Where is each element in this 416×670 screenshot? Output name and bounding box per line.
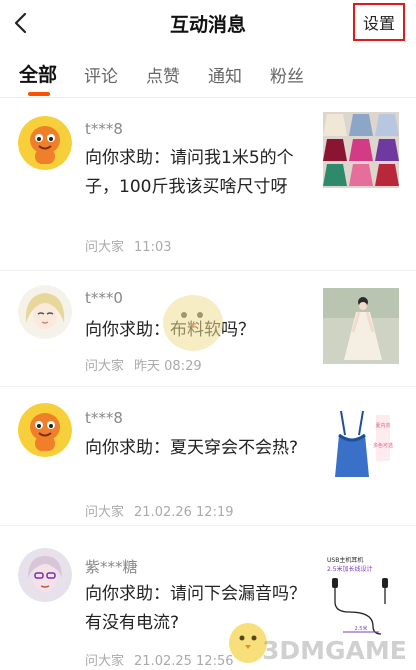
username: t***8 <box>85 120 123 138</box>
anime-girl-avatar-icon <box>18 285 72 339</box>
message-meta: 问大家 11:03 <box>85 236 171 255</box>
message-time: 21.02.25 12:56 <box>134 654 234 669</box>
earphones-thumbnail-icon: USB主机耳机 2.5米加长线设计 2.5米 <box>323 552 399 638</box>
tab-notifications[interactable]: 通知 <box>208 62 242 87</box>
message-meta: 问大家 昨天 08:29 <box>85 355 202 374</box>
message-time: 11:03 <box>134 240 172 255</box>
camisole-tag-text-1: 夏内衣 <box>375 422 390 429</box>
list-item[interactable]: t***8 向你求助：请问我1米5的个子，100斤我该买啥尺寸呀 问大家 11:0… <box>0 100 416 270</box>
earphone-caption-1: USB主机耳机 <box>327 556 363 564</box>
username: t***8 <box>85 409 123 427</box>
product-thumbnail[interactable]: 夏内衣 多色可选 <box>323 405 399 481</box>
username: 紫***糖 <box>85 558 138 576</box>
cartoon-mascot-avatar-icon <box>18 403 72 457</box>
list-item[interactable]: t***0 向你求助：布料软吗？ 问大家 昨天 08:29 <box>0 271 416 386</box>
message-text: 向你求助：请问我1米5的个子，100斤我该买啥尺寸呀 <box>85 148 294 197</box>
active-tab-indicator <box>28 92 50 96</box>
settings-button[interactable]: 设置 <box>353 3 405 41</box>
camisole-tag-text-2: 多色可选 <box>373 442 393 449</box>
tab-comments[interactable]: 评论 <box>84 62 118 87</box>
message-meta: 问大家 21.02.26 12:19 <box>85 501 234 520</box>
tab-fans[interactable]: 粉丝 <box>270 62 304 87</box>
tab-bar: 全部 评论 点赞 通知 粉丝 <box>0 52 416 98</box>
avatar[interactable] <box>18 403 72 457</box>
avatar[interactable] <box>18 548 72 602</box>
avatar[interactable] <box>18 285 72 339</box>
dress-model-thumbnail-icon <box>323 288 399 364</box>
message-time: 21.02.26 12:19 <box>134 505 234 520</box>
message-text: 向你求助：请问下会漏音吗？有没有电流? <box>85 584 306 633</box>
colored-skirts-thumbnail-icon <box>323 112 399 188</box>
watermark-text: 3DMGAME <box>262 636 407 665</box>
message-source: 问大家 <box>85 240 125 255</box>
message-source: 问大家 <box>85 359 125 374</box>
product-thumbnail[interactable] <box>323 288 399 364</box>
username: t***0 <box>85 289 123 307</box>
tab-likes[interactable]: 点赞 <box>146 62 180 87</box>
portrait-avatar-icon <box>18 548 72 602</box>
header-bar: 互动消息 设置 <box>0 0 416 46</box>
message-source: 问大家 <box>85 505 125 520</box>
message-text: 向你求助：夏天穿会不会热? <box>85 438 299 458</box>
earphone-caption-2: 2.5米加长线设计 <box>327 565 373 573</box>
product-thumbnail[interactable]: USB主机耳机 2.5米加长线设计 2.5米 <box>323 552 399 638</box>
earphone-length-label: 2.5米 <box>355 625 368 632</box>
camisole-thumbnail-icon: 夏内衣 多色可选 <box>323 405 399 481</box>
avatar[interactable] <box>18 116 72 170</box>
product-thumbnail[interactable] <box>323 112 399 188</box>
list-item[interactable]: t***8 向你求助：夏天穿会不会热? 问大家 21.02.26 12:19 夏内… <box>0 387 416 525</box>
message-source: 问大家 <box>85 654 125 669</box>
message-text: 向你求助：布料软吗？ <box>85 320 255 340</box>
message-meta: 问大家 21.02.25 12:56 <box>85 650 234 669</box>
cartoon-mascot-avatar-icon <box>18 116 72 170</box>
tab-all[interactable]: 全部 <box>19 60 57 87</box>
message-time: 昨天 08:29 <box>134 359 202 374</box>
